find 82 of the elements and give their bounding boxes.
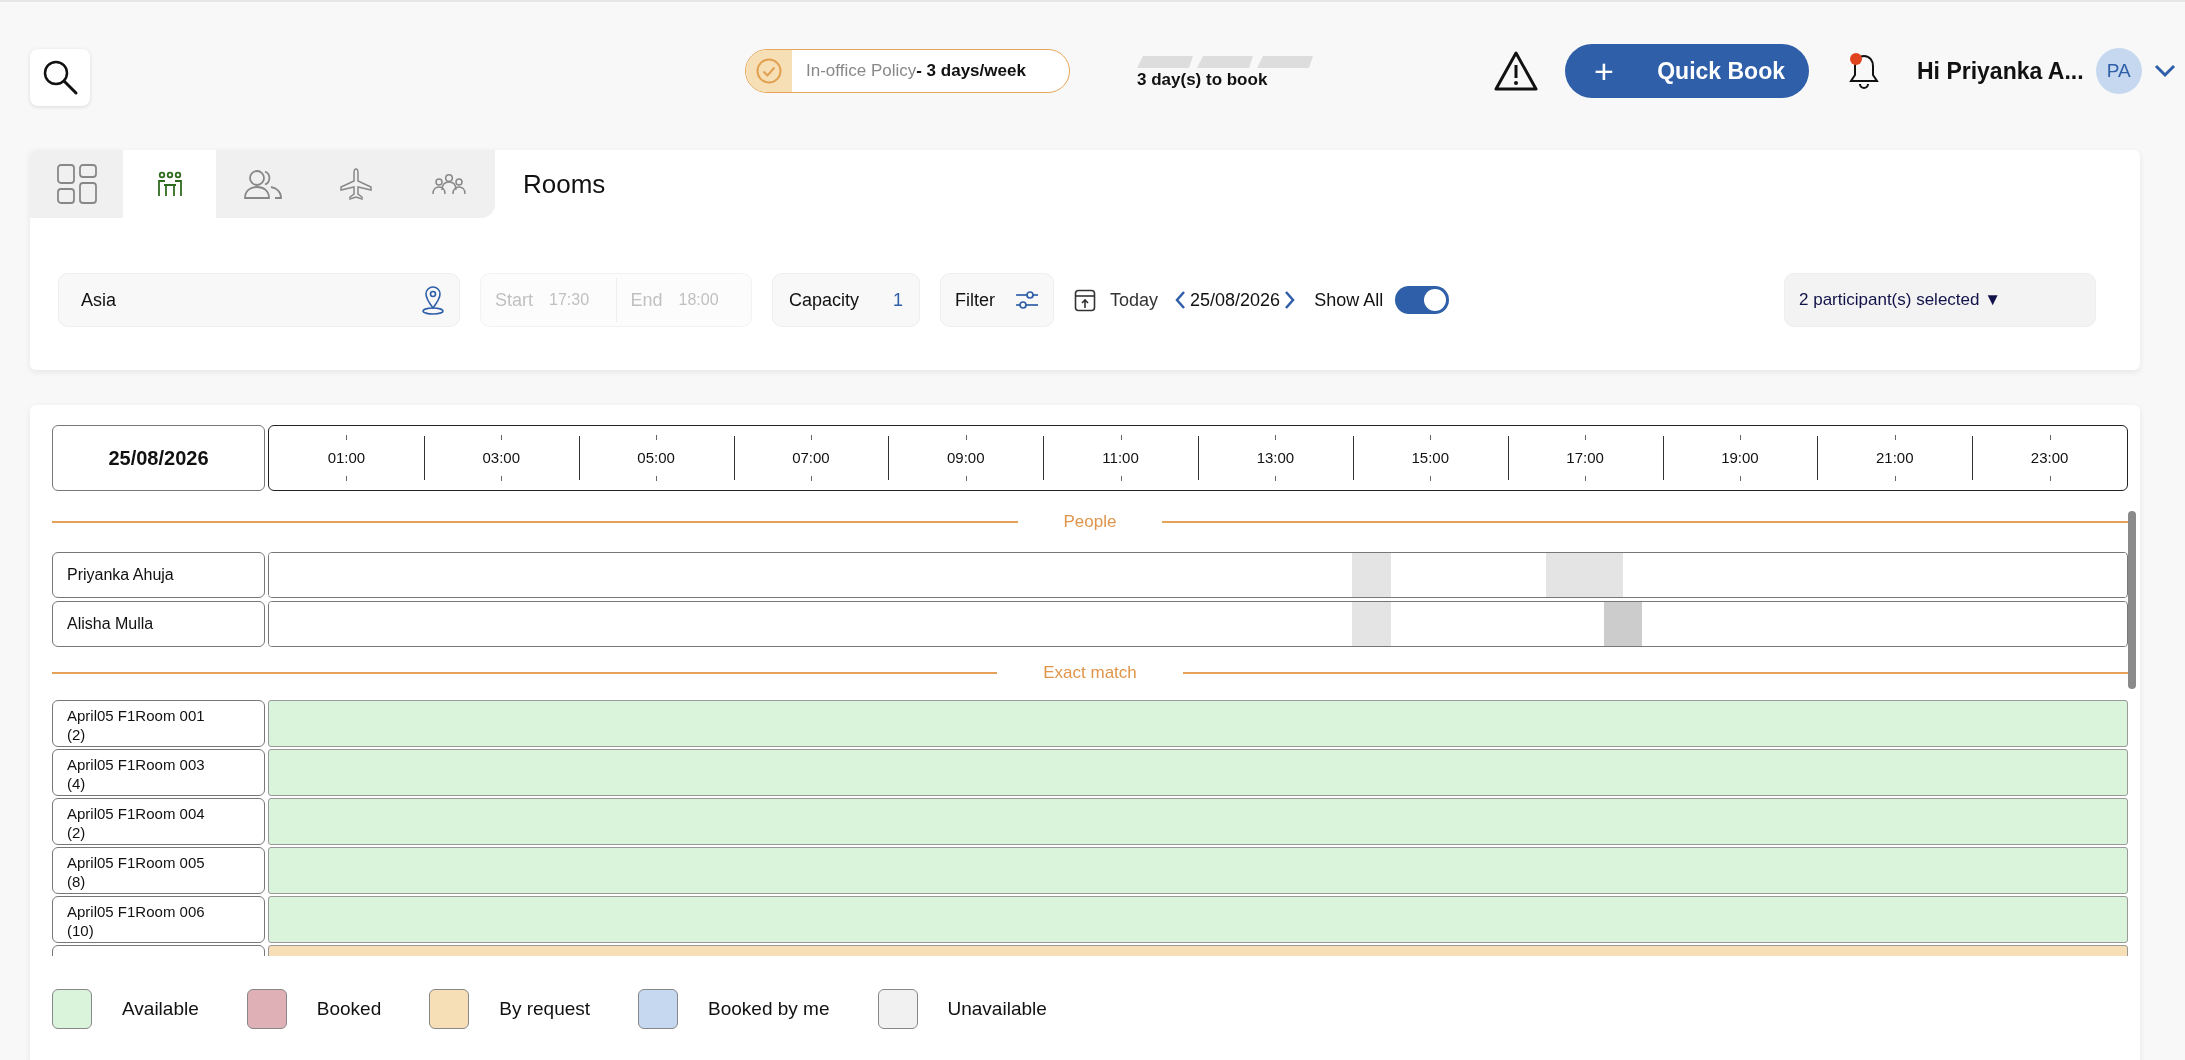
user-avatar[interactable]: PA (2095, 48, 2142, 94)
search-button[interactable] (30, 48, 90, 106)
hour-label: 07:00 (792, 440, 830, 476)
room-timeline[interactable] (268, 700, 2128, 747)
hour-label: 21:00 (1876, 440, 1914, 476)
end-time: 18:00 (678, 291, 719, 309)
room-name: April05 F1Room 001 (67, 706, 206, 725)
room-label[interactable]: April05 F1Room 003 (4) (52, 749, 265, 796)
person-name: Priyanka Ahuja (52, 552, 265, 598)
meeting-icon (155, 170, 184, 198)
tab[interactable] (123, 150, 216, 218)
chevron-left-icon (1174, 290, 1187, 310)
legend-label: Booked (316, 998, 382, 1020)
capacity-field[interactable]: Capacity 1 (772, 273, 920, 327)
today-button[interactable]: Today (1074, 288, 1159, 312)
hour-label: 11:00 (1102, 440, 1139, 476)
room-timeline[interactable] (268, 847, 2128, 894)
room-name: April05 F1Room 003 (67, 755, 206, 774)
capacity-value: 1 (893, 289, 903, 311)
chevron-down-icon[interactable] (2153, 64, 2176, 78)
scrollbar[interactable] (2128, 511, 2136, 689)
legend-label: Unavailable (947, 998, 1047, 1020)
hour-label: 15:00 (1411, 440, 1449, 476)
hour-label: 23:00 (2030, 440, 2069, 476)
hour-label: 17:00 (1566, 440, 1604, 476)
calendar-icon (1074, 288, 1096, 312)
sliders-icon (1015, 290, 1039, 310)
room-label[interactable]: April05 F1Room 006 (10) (52, 896, 265, 943)
room-name: April05 F1Room 005 (67, 853, 206, 872)
room-capacity: (10) (67, 921, 95, 940)
days-to-book-label: 3 day(s) to book (1137, 70, 1268, 90)
room-label[interactable]: April05 F1Room 004 (2) (52, 798, 265, 845)
bell-icon[interactable] (1847, 51, 1881, 91)
location-pin-icon (421, 284, 445, 316)
room-timeline[interactable] (268, 798, 2128, 845)
start-label: Start (495, 289, 533, 311)
capacity-label: Capacity (789, 289, 860, 311)
greeting-text: Hi Priyanka A... (1917, 57, 2084, 85)
room-label[interactable]: April05 F1Room 001 (2) (52, 700, 265, 747)
section-heading: People (1062, 512, 1118, 532)
next-day-button[interactable] (1284, 290, 1297, 310)
room-name: April05 F1Room 006 (67, 902, 206, 921)
date-text: 25/08/2026 (1190, 289, 1281, 311)
legend-label: Available (122, 998, 199, 1020)
date-box: 25/08/2026 (52, 425, 265, 491)
hour-label: 09:00 (947, 440, 985, 476)
two-people-icon (242, 168, 283, 200)
hour-label: 19:00 (1721, 440, 1759, 476)
warning-icon[interactable] (1493, 50, 1539, 92)
legend-label: By request (499, 998, 591, 1020)
legend-label: Booked by me (708, 998, 830, 1020)
participants-dropdown[interactable]: 2 participant(s) selected ▼ (1784, 273, 2096, 327)
show-all-label: Show All (1314, 289, 1384, 311)
room-timeline[interactable] (268, 749, 2128, 796)
start-time: 17:30 (549, 291, 590, 309)
previous-day-button[interactable] (1174, 290, 1187, 310)
check-circle-icon (755, 57, 783, 85)
group-icon (430, 172, 467, 196)
section-heading: Exact match (1042, 663, 1138, 683)
location-value: Asia (81, 289, 116, 311)
hour-label: 03:00 (482, 440, 520, 476)
room-capacity: (4) (67, 774, 87, 793)
dashboard-icon (55, 163, 98, 205)
hour-label: 01:00 (327, 440, 366, 476)
filter-button[interactable]: Filter (940, 273, 1054, 327)
location-field[interactable]: Asia (58, 273, 460, 327)
room-capacity: (2) (67, 823, 87, 842)
page-title: Rooms (523, 168, 606, 200)
room-name: April05 F1Room 004 (67, 804, 206, 823)
quick-book-button[interactable]: + Quick Book (1565, 44, 1809, 98)
room-capacity: (2) (67, 725, 87, 744)
room-capacity: (8) (67, 872, 87, 891)
end-label: End (630, 289, 663, 311)
hour-label: 05:00 (637, 440, 675, 476)
airplane-icon (338, 167, 373, 201)
room-timeline[interactable] (268, 896, 2128, 943)
person-name: Alisha Mulla (52, 601, 265, 647)
policy-text: In-office Policy- 3 days/week (805, 60, 1026, 82)
hour-label: 13:00 (1256, 440, 1295, 476)
room-label[interactable]: April05 F1Room 005 (8) (52, 847, 265, 894)
show-all-toggle[interactable] (1395, 286, 1450, 314)
chevron-right-icon (1284, 290, 1297, 310)
